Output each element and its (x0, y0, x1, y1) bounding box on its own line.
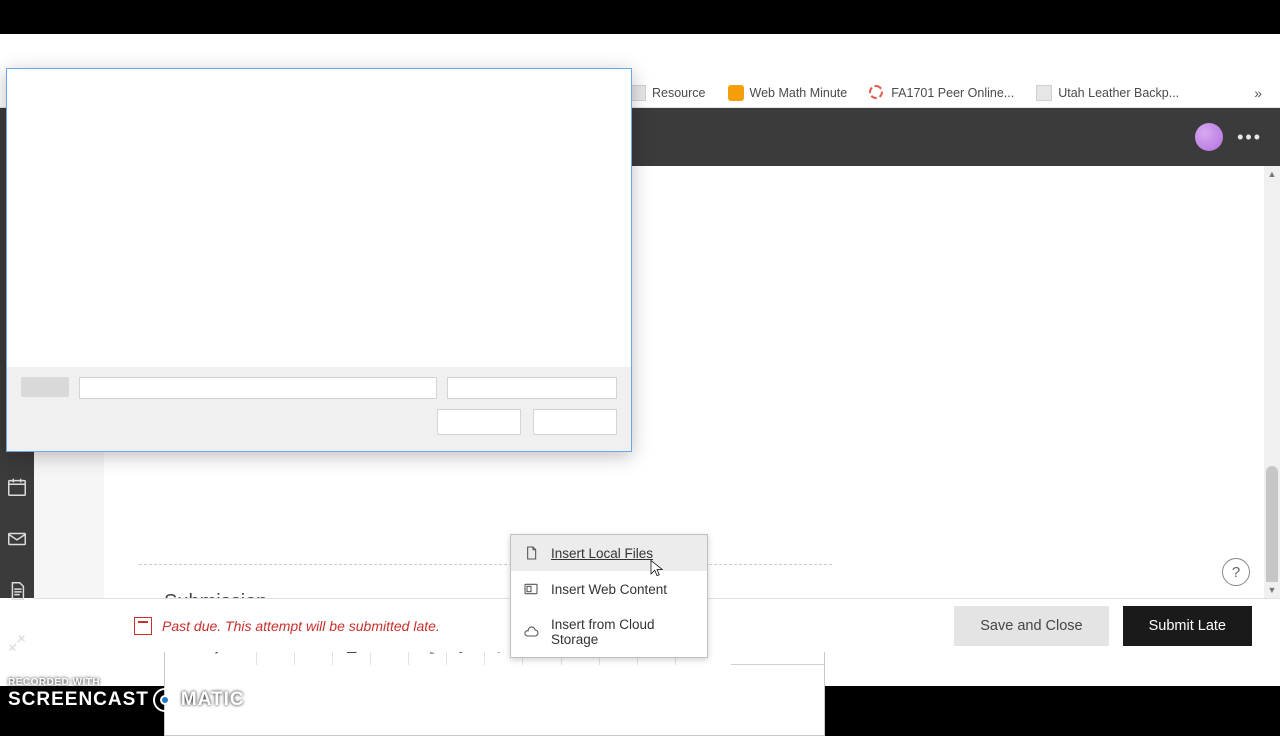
section-divider (139, 564, 832, 565)
avatar[interactable] (1195, 123, 1223, 151)
dialog-body (7, 69, 631, 369)
menu-item-label: Insert Web Content (551, 582, 667, 597)
browser-window: Resource Web Math Minute FA1701 Peer Onl… (0, 34, 1280, 686)
bookmark-label: Resource (652, 86, 706, 100)
warning-text: Past due. This attempt will be submitted… (162, 618, 440, 634)
bookmark-icon (869, 85, 885, 101)
calendar-warning-icon (134, 617, 152, 635)
help-icon: ? (1232, 564, 1240, 581)
bookmarks-overflow[interactable]: » (1248, 83, 1268, 103)
calendar-icon[interactable] (6, 476, 28, 498)
bookmark-icon (1036, 85, 1052, 101)
embed-icon (523, 581, 539, 597)
mail-icon[interactable] (6, 528, 28, 550)
editor-textarea[interactable] (165, 665, 824, 735)
menu-insert-local-files[interactable]: Insert Local Files (511, 535, 707, 571)
dialog-cancel-button[interactable] (533, 409, 617, 435)
watermark-brand: SCREENCAST MATIC (8, 688, 245, 712)
insert-stuff-menu: Insert Local Files Insert Web Content In… (510, 534, 708, 658)
bookmark-label: Utah Leather Backp... (1058, 86, 1179, 100)
document-icon[interactable] (6, 580, 28, 602)
past-due-warning: Past due. This attempt will be submitted… (134, 617, 440, 635)
filename-input[interactable] (79, 377, 437, 399)
right-column (860, 176, 1252, 598)
watermark-logo-icon (153, 688, 177, 712)
filetype-select[interactable] (447, 377, 617, 399)
bookmark-utah-leather[interactable]: Utah Leather Backp... (1036, 85, 1179, 101)
vertical-scrollbar[interactable]: ▲ ▼ (1264, 166, 1280, 598)
help-button[interactable]: ? (1222, 558, 1250, 586)
screencast-watermark: RECORDED WITH SCREENCAST MATIC (8, 677, 245, 712)
bookmark-icon (728, 85, 744, 101)
bookmark-fa1701[interactable]: FA1701 Peer Online... (869, 85, 1014, 101)
scroll-up-arrow-icon[interactable]: ▲ (1264, 166, 1280, 182)
save-and-close-button[interactable]: Save and Close (954, 606, 1108, 646)
watermark-brand-a: SCREENCAST (8, 689, 149, 711)
bookmark-icon (630, 85, 646, 101)
file-open-dialog[interactable] (6, 68, 632, 452)
more-menu-button[interactable]: ••• (1237, 127, 1262, 148)
scroll-down-arrow-icon[interactable]: ▼ (1264, 582, 1280, 598)
submit-late-button[interactable]: Submit Late (1123, 606, 1252, 646)
dialog-open-button[interactable] (437, 409, 521, 435)
watermark-line1: RECORDED WITH (8, 677, 245, 688)
menu-insert-web-content[interactable]: Insert Web Content (511, 571, 707, 607)
watermark-brand-b: MATIC (181, 689, 245, 711)
bookmark-label: Web Math Minute (750, 86, 848, 100)
tools-icon[interactable] (6, 632, 28, 654)
cloud-icon (523, 624, 539, 640)
file-icon (523, 545, 539, 561)
dialog-footer (7, 367, 631, 451)
bookmark-resource[interactable]: Resource (630, 85, 706, 101)
bookmark-web-math-minute[interactable]: Web Math Minute (728, 85, 848, 101)
mouse-cursor-icon (648, 559, 666, 577)
bookmark-label: FA1701 Peer Online... (891, 86, 1014, 100)
filename-label-skeleton (21, 377, 69, 397)
menu-item-label: Insert from Cloud Storage (551, 617, 695, 647)
menu-item-label: Insert Local Files (551, 546, 653, 561)
menu-insert-cloud-storage[interactable]: Insert from Cloud Storage (511, 607, 707, 657)
